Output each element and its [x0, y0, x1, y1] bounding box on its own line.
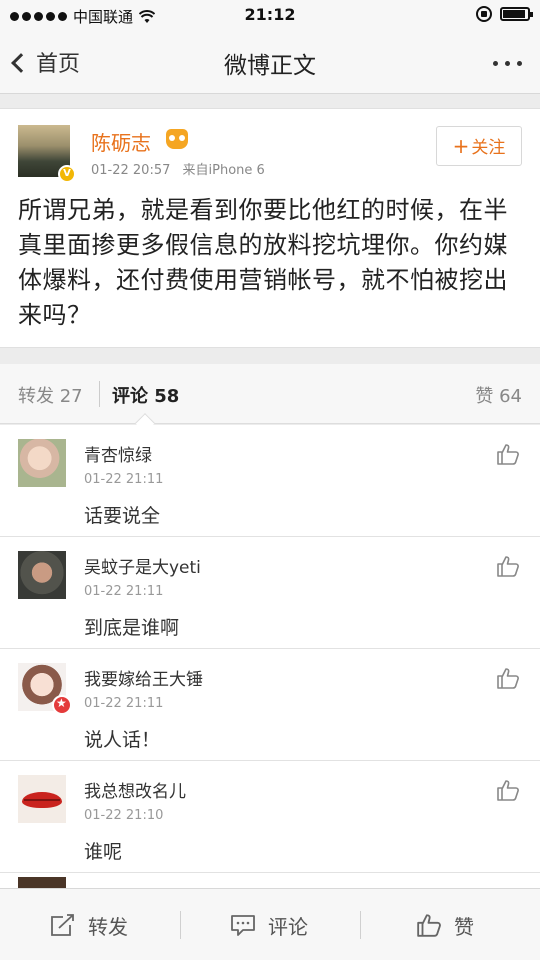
- commenter-avatar[interactable]: [18, 775, 66, 823]
- bottom-toolbar: 转发 评论 赞: [0, 888, 540, 960]
- status-time: 21:12: [244, 5, 296, 24]
- status-right: [476, 6, 533, 22]
- comment-time: 01-22 21:11: [84, 696, 164, 711]
- nav-bar: 首页 微博正文: [0, 32, 540, 94]
- commenter-name[interactable]: 我总想改名儿: [84, 777, 186, 802]
- post-time: 01-22 20:57: [91, 163, 171, 178]
- back-label: 首页: [36, 52, 81, 77]
- comment-item-partial: [0, 873, 540, 889]
- thumbs-up-icon[interactable]: [496, 555, 520, 577]
- comment-time: 01-22 21:11: [84, 472, 164, 487]
- comment-item[interactable]: 吴蚊子是大yeti 01-22 21:11 到底是谁啊: [0, 537, 540, 649]
- star-badge-icon: [52, 695, 72, 715]
- comment-time: 01-22 21:10: [84, 808, 164, 823]
- comment-icon: [231, 915, 255, 936]
- commenter-avatar[interactable]: [18, 551, 66, 599]
- repost-icon: [51, 914, 74, 936]
- repost-label: 转发: [88, 914, 128, 939]
- toolbar-divider: [360, 911, 361, 939]
- thumbs-up-icon[interactable]: [496, 443, 520, 465]
- tab-comment[interactable]: 评论 58: [112, 382, 179, 408]
- post-meta: 01-22 20:57 来自iPhone 6: [91, 159, 265, 178]
- tab-divider: [99, 381, 100, 407]
- commenter-name[interactable]: 青杏惊绿: [84, 441, 152, 466]
- comment-text: 话要说全: [84, 505, 161, 527]
- commenter-name[interactable]: 吴蚊子是大yeti: [84, 553, 201, 578]
- post-card: V 陈砺志 01-22 20:57 来自iPhone 6 + 关注 所谓兄弟，就是…: [0, 108, 540, 348]
- verified-badge-icon: V: [58, 165, 76, 183]
- tab-like[interactable]: 赞 64: [475, 382, 522, 408]
- like-label: 赞: [454, 914, 474, 939]
- tab-repost[interactable]: 转发 27: [18, 382, 83, 408]
- back-button[interactable]: 首页: [11, 46, 81, 78]
- comment-text: 说人话！: [84, 729, 161, 751]
- orientation-lock-icon: [476, 6, 492, 22]
- vip-crown-icon: [166, 129, 188, 149]
- more-icon[interactable]: [493, 61, 522, 66]
- comment-list: 青杏惊绿 01-22 21:11 话要说全 吴蚊子是大yeti 01-22 21…: [0, 425, 540, 889]
- like-button[interactable]: 赞: [416, 889, 474, 960]
- author-name[interactable]: 陈砺志: [91, 127, 151, 156]
- lips-icon: [22, 792, 62, 808]
- comment-text: 到底是谁啊: [84, 617, 180, 639]
- plus-icon: +: [452, 134, 470, 158]
- tab-row: 转发 27 评论 58 赞 64: [0, 364, 540, 433]
- comment-button[interactable]: 评论: [230, 889, 308, 960]
- comment-item[interactable]: 青杏惊绿 01-22 21:11 话要说全: [0, 425, 540, 537]
- post-text: 所谓兄弟，就是看到你要比他红的时候，在半真里面掺更多假信息的放料挖坑埋你。你约媒…: [18, 196, 508, 329]
- commenter-name[interactable]: 我要嫁给王大锤: [84, 665, 203, 690]
- comment-item[interactable]: 我要嫁给王大锤 01-22 21:11 说人话！: [0, 649, 540, 761]
- comment-time: 01-22 21:11: [84, 584, 164, 599]
- post-source: 来自iPhone 6: [182, 163, 265, 178]
- comment-label: 评论: [268, 914, 308, 939]
- chevron-left-icon: [11, 52, 31, 73]
- status-bar: 中国联通 21:12: [0, 0, 540, 32]
- repost-button[interactable]: 转发: [50, 889, 128, 960]
- thumbs-up-icon[interactable]: [496, 667, 520, 689]
- toolbar-divider: [180, 911, 181, 939]
- comment-item[interactable]: 我总想改名儿 01-22 21:10 谁呢: [0, 761, 540, 873]
- comment-text: 谁呢: [84, 841, 123, 863]
- commenter-avatar[interactable]: [18, 439, 66, 487]
- battery-icon: [500, 7, 533, 21]
- follow-button[interactable]: + 关注: [436, 126, 522, 166]
- thumbs-up-icon: [417, 914, 441, 937]
- page-title: 微博正文: [224, 53, 316, 79]
- follow-label: 关注: [471, 138, 506, 158]
- thumbs-up-icon[interactable]: [496, 779, 520, 801]
